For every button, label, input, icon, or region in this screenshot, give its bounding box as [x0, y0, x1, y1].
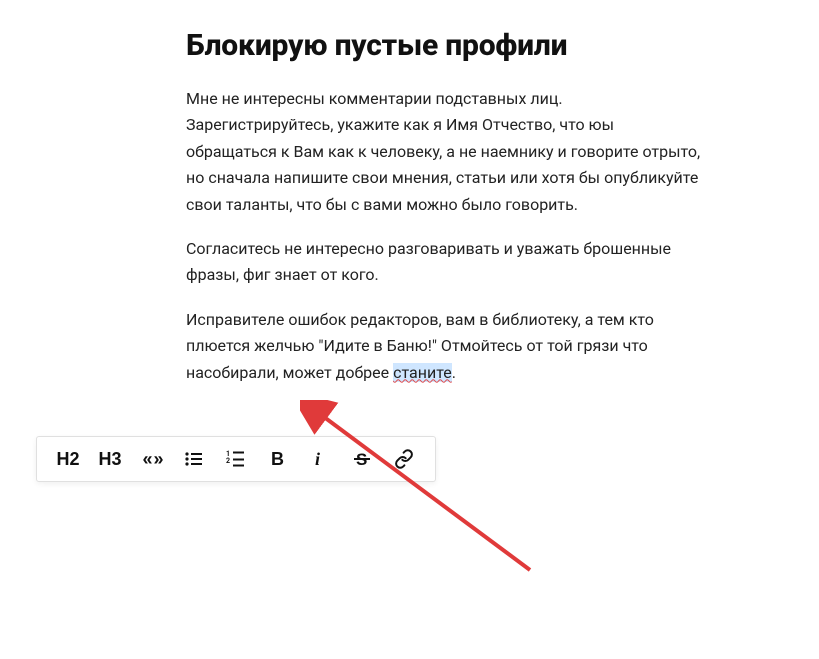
editor-content[interactable]: Блокирую пустые профили Мне не интересны… [186, 28, 706, 404]
heading-3-button[interactable]: H3 [89, 437, 131, 481]
bullet-list-icon [184, 449, 204, 469]
ordered-list-button[interactable]: 1 2 [215, 437, 257, 481]
strikethrough-button[interactable]: S [341, 437, 383, 481]
heading-2-button[interactable]: H2 [47, 437, 89, 481]
paragraph[interactable]: Исправителе ошибок редакторов, вам в биб… [186, 307, 706, 386]
italic-icon: i [310, 449, 330, 469]
italic-button[interactable]: i [299, 437, 341, 481]
bold-button[interactable]: B [257, 437, 299, 481]
paragraph-text: . [452, 363, 456, 382]
selected-misspelled-word[interactable]: станите [393, 363, 452, 382]
formatting-toolbar: H2 H3 « » 1 2 [36, 436, 436, 482]
ordered-list-icon: 1 2 [226, 449, 246, 469]
svg-text:B: B [271, 449, 284, 469]
link-icon [394, 449, 414, 469]
svg-text:i: i [315, 449, 320, 469]
svg-text:2: 2 [226, 457, 230, 465]
bullet-list-button[interactable] [173, 437, 215, 481]
paragraph[interactable]: Согласитесь не интересно разговаривать и… [186, 236, 706, 289]
bold-icon: B [268, 449, 288, 469]
annotation-arrow [300, 400, 560, 600]
blockquote-button[interactable]: « » [131, 437, 173, 481]
strikethrough-icon: S [352, 449, 372, 469]
paragraph[interactable]: Мне не интересны комментарии подставных … [186, 86, 706, 218]
link-button[interactable] [383, 437, 425, 481]
article-title[interactable]: Блокирую пустые профили [186, 28, 706, 64]
